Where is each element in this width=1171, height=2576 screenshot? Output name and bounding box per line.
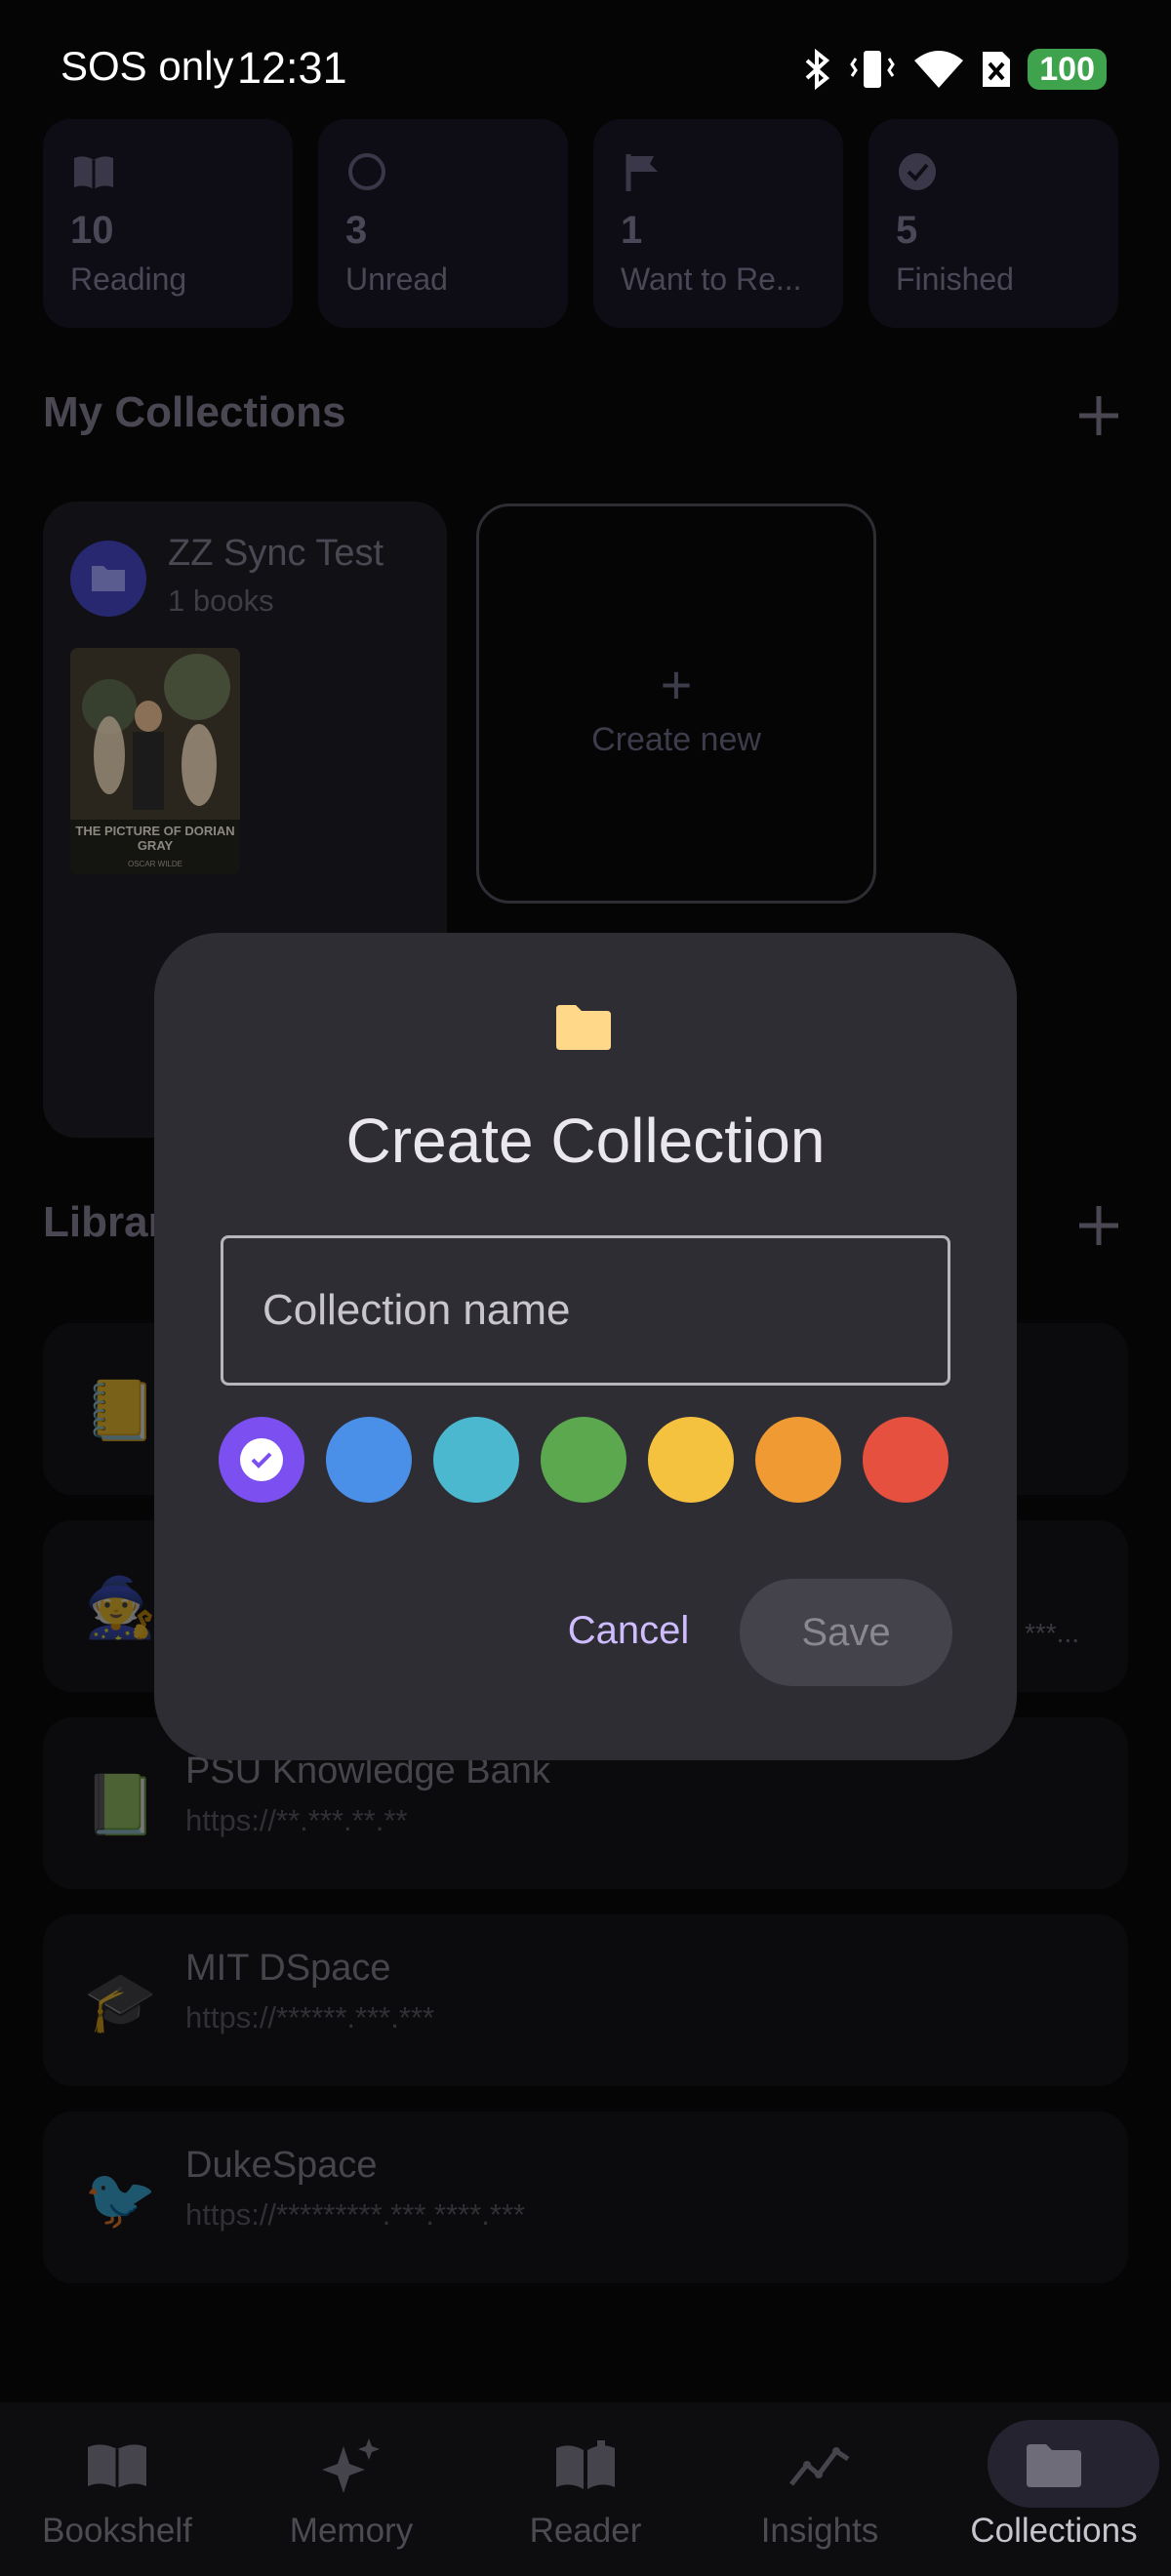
create-collection-dialog: Create Collection Cancel Save: [154, 933, 1017, 1760]
color-picker: [219, 1417, 956, 1505]
dialog-title: Create Collection: [345, 1106, 826, 1176]
color-swatch-red[interactable]: [863, 1417, 949, 1503]
collection-name-input[interactable]: [221, 1235, 950, 1386]
color-swatch-blue[interactable]: [326, 1417, 412, 1503]
folder-icon: [556, 1005, 611, 1050]
color-swatch-teal[interactable]: [433, 1417, 519, 1503]
cancel-button[interactable]: Cancel: [531, 1577, 726, 1684]
save-button[interactable]: Save: [740, 1579, 952, 1686]
color-swatch-purple[interactable]: [219, 1417, 304, 1503]
color-swatch-green[interactable]: [541, 1417, 626, 1503]
color-swatch-yellow[interactable]: [648, 1417, 734, 1503]
color-swatch-orange[interactable]: [755, 1417, 841, 1503]
screen: SOS only 12:31 100 10 Reading 3 Unread 1…: [0, 0, 1171, 2576]
check-icon: [240, 1438, 283, 1481]
